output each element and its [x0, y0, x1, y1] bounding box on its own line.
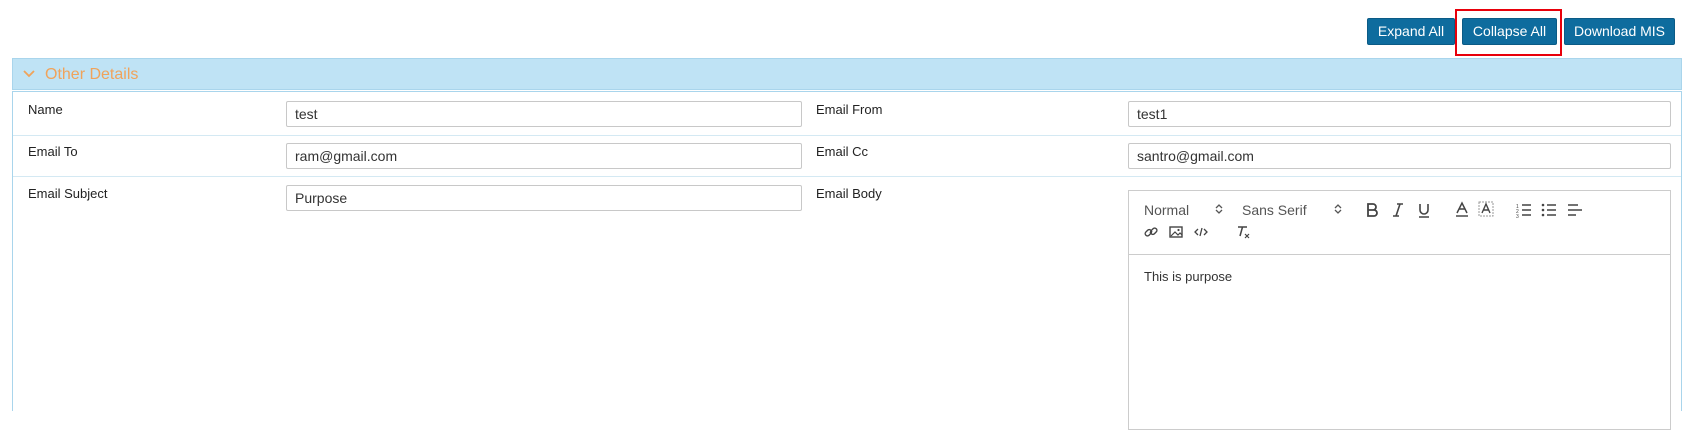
- chevron-down-icon[interactable]: [22, 67, 36, 81]
- email-to-field[interactable]: ram@gmail.com: [286, 143, 802, 169]
- bold-icon[interactable]: [1365, 202, 1379, 218]
- select-arrows-icon[interactable]: [1215, 203, 1223, 215]
- select-arrows-icon[interactable]: [1334, 203, 1342, 215]
- editor-toolbar: Normal Sans Serif 1 2 3: [1129, 191, 1670, 255]
- clear-format-icon[interactable]: [1235, 224, 1251, 240]
- panel-body: Name test Email From test1 Email To ram@…: [12, 91, 1682, 430]
- email-subject-label: Email Subject: [28, 186, 108, 201]
- panel-header-other-details[interactable]: Other Details: [12, 58, 1682, 90]
- email-cc-field[interactable]: santro@gmail.com: [1128, 143, 1671, 169]
- email-body-text[interactable]: This is purpose: [1144, 269, 1232, 284]
- email-body-editor[interactable]: Normal Sans Serif 1 2 3 This is purpose: [1128, 190, 1671, 430]
- email-to-label: Email To: [28, 144, 78, 159]
- font-color-icon[interactable]: [1454, 201, 1470, 219]
- svg-text:3: 3: [1516, 214, 1519, 218]
- code-icon[interactable]: [1194, 225, 1208, 239]
- background-color-icon[interactable]: [1478, 201, 1494, 219]
- name-label: Name: [28, 102, 63, 117]
- image-icon[interactable]: [1169, 225, 1183, 239]
- name-field[interactable]: test: [286, 101, 802, 127]
- email-cc-label: Email Cc: [816, 144, 869, 159]
- bullet-list-icon[interactable]: [1541, 202, 1557, 218]
- panel-title: Other Details: [45, 66, 139, 83]
- row-divider: [13, 135, 1681, 136]
- row-divider: [13, 176, 1681, 177]
- font-select[interactable]: Sans Serif: [1242, 202, 1307, 218]
- download-mis-button[interactable]: Download MIS: [1564, 18, 1675, 45]
- ordered-list-icon[interactable]: 123: [1516, 202, 1532, 218]
- email-from-field[interactable]: test1: [1128, 101, 1671, 127]
- email-from-label: Email From: [816, 102, 883, 117]
- expand-all-button[interactable]: Expand All: [1367, 18, 1455, 45]
- email-subject-field[interactable]: Purpose: [286, 185, 802, 211]
- header-select[interactable]: Normal: [1144, 202, 1189, 218]
- underline-icon[interactable]: [1417, 202, 1431, 218]
- email-body-label: Email Body: [816, 186, 882, 201]
- collapse-all-button[interactable]: Collapse All: [1462, 18, 1557, 45]
- align-icon[interactable]: [1567, 202, 1583, 218]
- link-icon[interactable]: [1144, 225, 1158, 239]
- italic-icon[interactable]: [1392, 202, 1404, 218]
